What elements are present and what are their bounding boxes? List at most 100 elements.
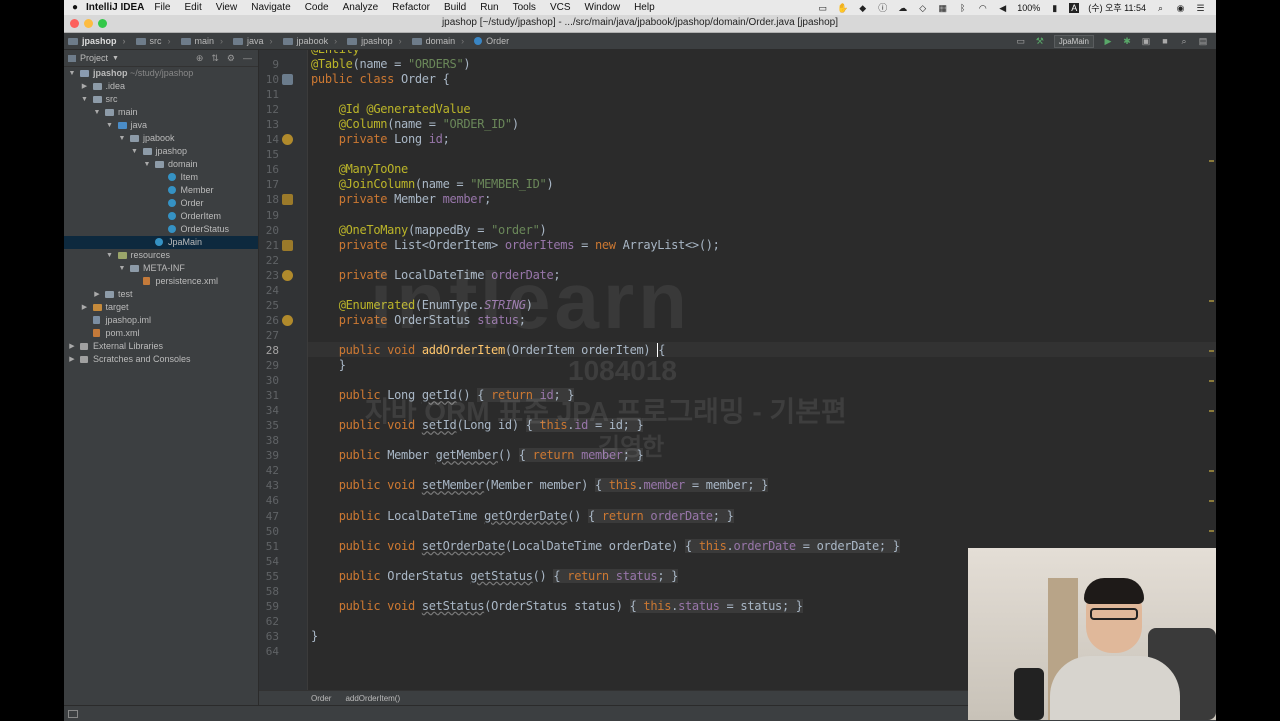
expand-arrow-icon[interactable]: ▼ xyxy=(118,262,126,275)
stop-icon[interactable]: ■ xyxy=(1160,36,1170,46)
breadcrumb-item[interactable]: jpashop xyxy=(64,36,132,46)
cloud-icon[interactable]: ☁ xyxy=(897,3,908,13)
frame-icon[interactable]: ▭ xyxy=(1016,36,1026,46)
menu-vcs[interactable]: VCS xyxy=(550,2,571,13)
tree-item[interactable]: ▼ domain xyxy=(64,158,258,171)
expand-arrow-icon[interactable]: ▼ xyxy=(68,67,76,80)
app-menu[interactable]: IntelliJ IDEA xyxy=(86,2,144,13)
code-line[interactable]: private LocalDateTime orderDate; xyxy=(311,268,561,282)
code-line[interactable]: private List<OrderItem> orderItems = new… xyxy=(311,238,720,252)
spotlight-search-icon[interactable]: ⌕ xyxy=(1155,3,1166,13)
debug-icon[interactable]: ✱ xyxy=(1122,36,1132,46)
expand-arrow-icon[interactable]: ▼ xyxy=(143,158,151,171)
breadcrumb-item[interactable]: domain xyxy=(408,36,471,46)
collapse-arrow-icon[interactable]: ▶ xyxy=(81,301,89,314)
scroll-marker[interactable] xyxy=(1209,380,1214,382)
siri-icon[interactable]: ◉ xyxy=(1175,3,1186,13)
breadcrumb-item[interactable]: jpabook xyxy=(279,36,344,46)
hide-icon[interactable]: — xyxy=(243,53,252,64)
bean-property-icon[interactable] xyxy=(282,269,293,281)
editor-crumb-method[interactable]: addOrderItem() xyxy=(345,694,400,703)
tree-item[interactable]: ▼ src xyxy=(64,93,258,106)
menu-help[interactable]: Help xyxy=(634,2,655,13)
menu-run[interactable]: Run xyxy=(480,2,498,13)
menu-edit[interactable]: Edit xyxy=(184,2,201,13)
shield-icon[interactable]: ◆ xyxy=(857,3,868,13)
tree-item[interactable]: ▼ jpashop ~/study/jpashop xyxy=(64,67,258,80)
code-line[interactable]: @OneToMany(mappedBy = "order") xyxy=(311,223,547,237)
scroll-marker[interactable] xyxy=(1209,470,1214,472)
tree-item[interactable]: ▼ jpabook xyxy=(64,132,258,145)
collapse-arrow-icon[interactable]: ▶ xyxy=(81,80,89,93)
menu-view[interactable]: View xyxy=(216,2,238,13)
collapse-icon[interactable]: ⇅ xyxy=(211,53,219,64)
grid-icon[interactable]: ▦ xyxy=(937,3,948,13)
code-line[interactable]: @Enumerated(EnumType.STRING) xyxy=(311,298,533,312)
code-line[interactable]: public Member getMember() { return membe… xyxy=(311,448,644,463)
tree-item[interactable]: Item xyxy=(64,171,258,184)
code-line[interactable]: public void setMember(Member member) { t… xyxy=(311,478,768,493)
menu-refactor[interactable]: Refactor xyxy=(392,2,430,13)
gear-icon[interactable]: ⚙ xyxy=(227,53,235,64)
code-line[interactable]: @ManyToOne xyxy=(311,162,409,176)
tree-item[interactable]: OrderStatus xyxy=(64,223,258,236)
bean-property-icon[interactable] xyxy=(282,314,293,326)
code-line[interactable]: public Long getId() { return id; } xyxy=(311,388,575,403)
menu-window[interactable]: Window xyxy=(585,2,621,13)
tree-item[interactable]: ▶ Scratches and Consoles xyxy=(64,353,258,366)
code-line[interactable]: public OrderStatus getStatus() { return … xyxy=(311,568,678,583)
battery-icon[interactable]: ▮ xyxy=(1049,3,1060,13)
tree-item[interactable]: ▶ .idea xyxy=(64,80,258,93)
tree-item[interactable]: ▶ External Libraries xyxy=(64,340,258,353)
code-line[interactable]: public void addOrderItem(OrderItem order… xyxy=(311,342,666,357)
info-icon[interactable]: ⓘ xyxy=(877,3,888,13)
breadcrumb-item[interactable]: src xyxy=(132,36,177,46)
notification-center-icon[interactable]: ☰ xyxy=(1195,3,1206,13)
search-everywhere-icon[interactable]: ⌕ xyxy=(1179,36,1189,46)
code-line[interactable]: private OrderStatus status; xyxy=(311,313,526,327)
locate-icon[interactable]: ⊕ xyxy=(196,53,204,64)
menu-file[interactable]: File xyxy=(154,2,170,13)
tree-item[interactable]: Order xyxy=(64,197,258,210)
build-icon[interactable]: ⚒ xyxy=(1035,36,1045,46)
relation-link-icon[interactable] xyxy=(282,239,293,251)
tree-item[interactable]: ▼ META-INF xyxy=(64,262,258,275)
tree-item[interactable]: persistence.xml xyxy=(64,275,258,288)
editor-gutter[interactable]: 9 10 11 12 13 14 15 16 17 18 19 20 21 22 23 24 25 26 27 28 2… xyxy=(259,50,308,690)
tree-item[interactable]: OrderItem xyxy=(64,210,258,223)
volume-icon[interactable]: ◀ xyxy=(997,3,1008,13)
tree-item[interactable]: pom.xml xyxy=(64,327,258,340)
code-line[interactable]: } xyxy=(311,629,318,643)
breadcrumb-item[interactable]: main xyxy=(177,36,230,46)
tree-item[interactable]: JpaMain xyxy=(64,236,258,249)
menu-analyze[interactable]: Analyze xyxy=(343,2,379,13)
expand-arrow-icon[interactable]: ▼ xyxy=(81,93,89,106)
expand-arrow-icon[interactable]: ▼ xyxy=(93,106,101,119)
code-line[interactable]: } xyxy=(311,358,346,372)
input-method[interactable]: A xyxy=(1069,2,1080,13)
breadcrumb-item[interactable]: jpashop xyxy=(343,36,408,46)
menu-build[interactable]: Build xyxy=(444,2,466,13)
expand-arrow-icon[interactable]: ▼ xyxy=(106,119,114,132)
wifi-icon[interactable]: ◠ xyxy=(977,3,988,13)
run-configuration-select[interactable]: JpaMain xyxy=(1053,34,1094,48)
bluetooth-icon[interactable]: ᛒ xyxy=(957,3,968,13)
screen-icon[interactable]: ▭ xyxy=(817,3,828,13)
database-table-icon[interactable] xyxy=(282,74,293,86)
expand-arrow-icon[interactable]: ▼ xyxy=(131,145,139,158)
menu-tools[interactable]: Tools xyxy=(513,2,536,13)
code-line[interactable]: public void setStatus(OrderStatus status… xyxy=(311,598,803,613)
tree-item[interactable]: jpashop.iml xyxy=(64,314,258,327)
code-line[interactable]: @Column(name = "ORDER_ID") xyxy=(311,117,519,131)
scroll-marker[interactable] xyxy=(1209,410,1214,412)
breadcrumb-item[interactable]: java xyxy=(229,36,279,46)
tree-item[interactable]: ▶ target xyxy=(64,301,258,314)
code-line[interactable]: @Table(name = "ORDERS") xyxy=(311,57,471,71)
battery-percent[interactable]: 100% xyxy=(1017,3,1040,13)
relation-link-icon[interactable] xyxy=(282,194,293,206)
menu-code[interactable]: Code xyxy=(305,2,329,13)
bean-property-icon[interactable] xyxy=(282,134,293,146)
scroll-marker[interactable] xyxy=(1209,350,1214,352)
collapse-arrow-icon[interactable]: ▶ xyxy=(68,353,76,366)
code-line[interactable]: public class Order { xyxy=(311,72,450,86)
